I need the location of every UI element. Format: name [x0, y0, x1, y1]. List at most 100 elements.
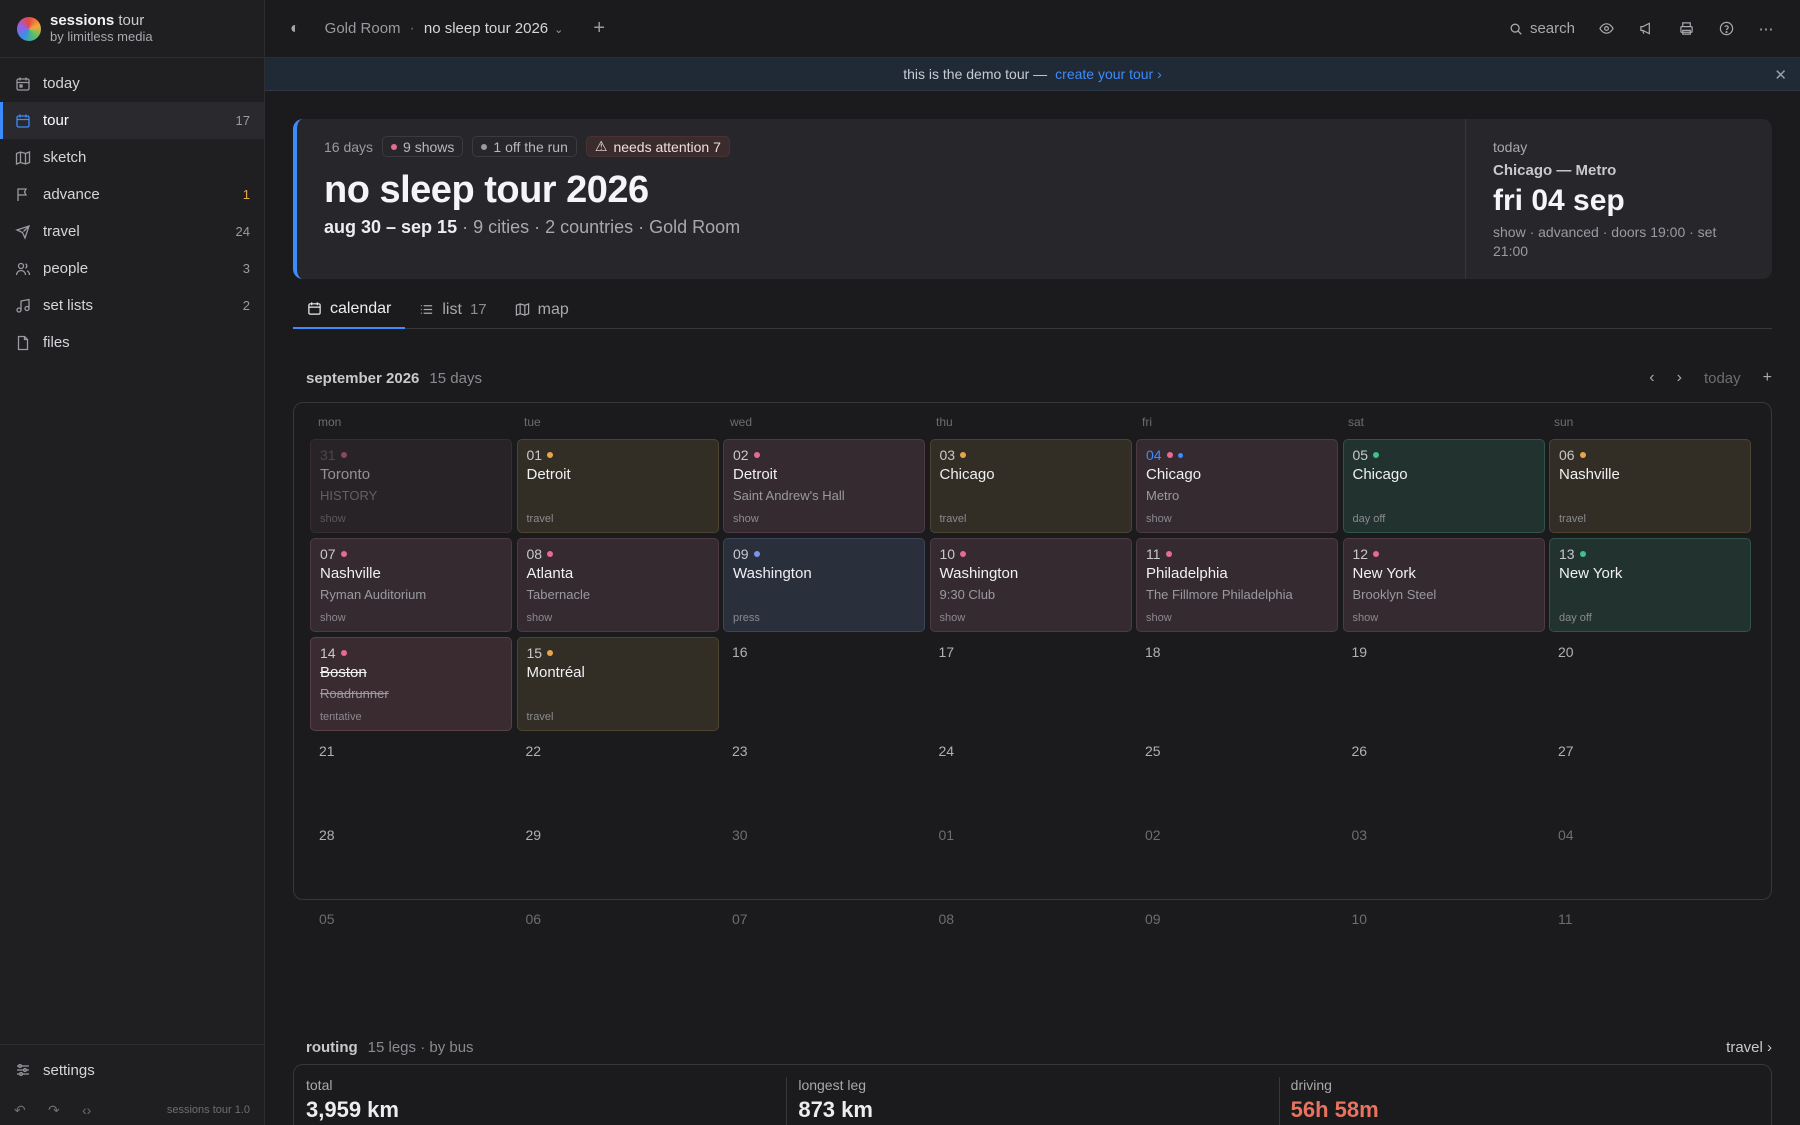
calendar-day-empty[interactable]: 09 — [1136, 904, 1338, 984]
day-kind: travel — [526, 513, 554, 525]
calendar-day[interactable]: 10 Washington 9:30 Club show — [929, 538, 1132, 632]
tour-selector[interactable]: no sleep tour 2026 ⌄ — [424, 20, 563, 37]
calendar-day-empty[interactable]: 25 — [1136, 736, 1338, 816]
calendar-day[interactable]: 14 Boston Roadrunner tentative — [310, 637, 512, 731]
calendar-day-empty[interactable]: 28 — [310, 820, 512, 900]
eye-icon[interactable] — [1597, 20, 1615, 38]
calendar-day-empty[interactable]: 07 — [723, 904, 925, 984]
calendar-day[interactable]: 02 Detroit Saint Andrew's Hall show — [723, 439, 925, 533]
calendar-day-empty[interactable]: 08 — [930, 904, 1132, 984]
calendar-day-empty[interactable]: 30 — [723, 820, 925, 900]
sidebar-item-travel[interactable]: travel 24 — [0, 213, 264, 250]
sidebar-item-count: 3 — [242, 261, 250, 276]
shows-chip[interactable]: 9 shows — [382, 136, 464, 157]
calendar-day-empty[interactable]: 17 — [930, 637, 1132, 731]
calendar-day-empty[interactable]: 22 — [517, 736, 719, 816]
sidebar-item-label: set lists — [43, 297, 94, 314]
print-icon[interactable] — [1677, 20, 1695, 38]
search-button[interactable]: search — [1507, 20, 1575, 38]
tab-list[interactable]: list 17 — [405, 290, 500, 329]
sidebar-item-files[interactable]: files — [0, 324, 264, 361]
calendar-day-empty[interactable]: 24 — [930, 736, 1132, 816]
calendar-day[interactable]: 31 Toronto HISTORY show — [310, 439, 512, 533]
day-number: 06 — [1559, 447, 1741, 463]
day-kind: travel — [526, 711, 554, 723]
calendar-day-empty[interactable]: 23 — [723, 736, 925, 816]
create-tour-link[interactable]: create your tour › — [1055, 66, 1162, 82]
day-kind: show — [939, 612, 966, 624]
calendar-day[interactable]: 11 Philadelphia The Fillmore Philadelphia s… — [1136, 538, 1338, 632]
sidebar-item-label: today — [43, 75, 80, 92]
calendar-day[interactable]: 08 Atlanta Tabernacle show — [516, 538, 719, 632]
map-icon — [14, 149, 32, 167]
calendar-day-empty[interactable]: 29 — [517, 820, 719, 900]
tab-map[interactable]: map — [501, 290, 583, 329]
help-icon[interactable] — [1717, 20, 1735, 38]
calendar-day-empty[interactable]: 19 — [1343, 637, 1545, 731]
calendar-day-empty[interactable]: 03 — [1343, 820, 1545, 900]
status-dot-icon — [1579, 452, 1586, 458]
sidebar-item-advance[interactable]: advance 1 — [0, 176, 264, 213]
brand-logo — [17, 16, 41, 41]
calendar-day-empty[interactable]: 26 — [1343, 736, 1545, 816]
banner-text: this is the demo tour — — [903, 66, 1048, 82]
breadcrumb-org[interactable]: Gold Room — [325, 20, 401, 37]
calendar-day[interactable]: 09 Washington press — [723, 538, 925, 632]
code-icon[interactable]: ‹› — [82, 1102, 98, 1118]
calendar-day-empty[interactable]: 10 — [1343, 904, 1545, 984]
sidebar-item-set-lists[interactable]: set lists 2 — [0, 287, 264, 324]
weekday-label: wed — [730, 415, 753, 429]
chevron-down-icon: ⌄ — [554, 24, 564, 36]
calendar-day-empty[interactable]: 16 — [723, 637, 925, 731]
needs-attention-chip[interactable]: ⚠ needs attention 7 — [585, 136, 730, 157]
calendar-day[interactable]: 03 Chicago travel — [929, 439, 1132, 533]
calendar-day[interactable]: 07 Nashville Ryman Auditorium show — [310, 538, 512, 632]
day-number: 02 — [1145, 827, 1161, 843]
sidebar-nav: today tour 17 sketch advance 1 travel 24… — [0, 58, 264, 361]
advance-dot-icon — [1177, 452, 1183, 458]
add-icon[interactable]: + — [593, 17, 605, 40]
chevron-right-icon[interactable]: › — [1677, 369, 1682, 387]
calendar-day-empty[interactable]: 11 — [1549, 904, 1751, 984]
calendar-day-empty[interactable]: 01 — [930, 820, 1132, 900]
calendar-day-empty[interactable]: 06 — [517, 904, 719, 984]
calendar-day-empty[interactable]: 27 — [1549, 736, 1751, 816]
sidebar-item-tour[interactable]: tour 17 — [0, 102, 264, 139]
megaphone-icon[interactable] — [1637, 20, 1655, 38]
calendar-day-empty[interactable]: 04 — [1549, 820, 1751, 900]
sidebar-item-today[interactable]: today — [0, 65, 264, 102]
calendar-day-empty[interactable]: 21 — [310, 736, 512, 816]
calendar-day-empty[interactable]: 02 — [1136, 820, 1338, 900]
sidebar-item-people[interactable]: people 3 — [0, 250, 264, 287]
chevron-left-icon[interactable]: ‹ — [1649, 369, 1654, 387]
calendar-day[interactable]: 01 Detroit travel — [516, 439, 719, 533]
theme-toggle-icon[interactable]: ◐ — [290, 20, 300, 38]
today-panel[interactable]: today Chicago — Metro fri 04 sep show · … — [1465, 119, 1772, 279]
calendar-day-empty[interactable]: 18 — [1136, 637, 1338, 731]
calendar-day[interactable]: 04 Chicago Metro show — [1136, 439, 1338, 533]
calendar-day[interactable]: 06 Nashville travel — [1549, 439, 1751, 533]
warning-icon: ⚠ — [594, 138, 608, 154]
close-icon[interactable]: ✕ — [1774, 66, 1787, 84]
day-number: 15 — [527, 645, 709, 661]
sidebar-item-label: sketch — [43, 149, 87, 166]
sidebar-item-sketch[interactable]: sketch — [0, 139, 264, 176]
calendar-day[interactable]: 05 Chicago day off — [1342, 439, 1545, 533]
today-button[interactable]: today — [1704, 370, 1741, 387]
redo-icon[interactable]: ↷ — [48, 1102, 64, 1119]
brand[interactable]: sessions tour by limitless media — [0, 0, 264, 58]
calendar-day[interactable]: 13 New York day off — [1549, 538, 1751, 632]
add-icon[interactable]: + — [1763, 369, 1772, 387]
off-run-chip[interactable]: 1 off the run — [472, 136, 577, 157]
calendar-day-empty[interactable]: 20 — [1549, 637, 1751, 731]
travel-link[interactable]: travel › — [1726, 1039, 1772, 1056]
day-number: 22 — [525, 743, 542, 759]
calendar-day-empty[interactable]: 05 — [310, 904, 512, 984]
today-date: fri 04 sep — [1493, 184, 1625, 217]
calendar-day[interactable]: 15 Montréal travel — [516, 637, 719, 731]
undo-icon[interactable]: ↶ — [14, 1102, 30, 1119]
sidebar-item-settings[interactable]: settings — [0, 1045, 264, 1095]
more-icon[interactable]: ⋯ — [1757, 20, 1775, 38]
tab-calendar[interactable]: calendar — [293, 290, 406, 329]
calendar-day[interactable]: 12 New York Brooklyn Steel show — [1342, 538, 1545, 632]
